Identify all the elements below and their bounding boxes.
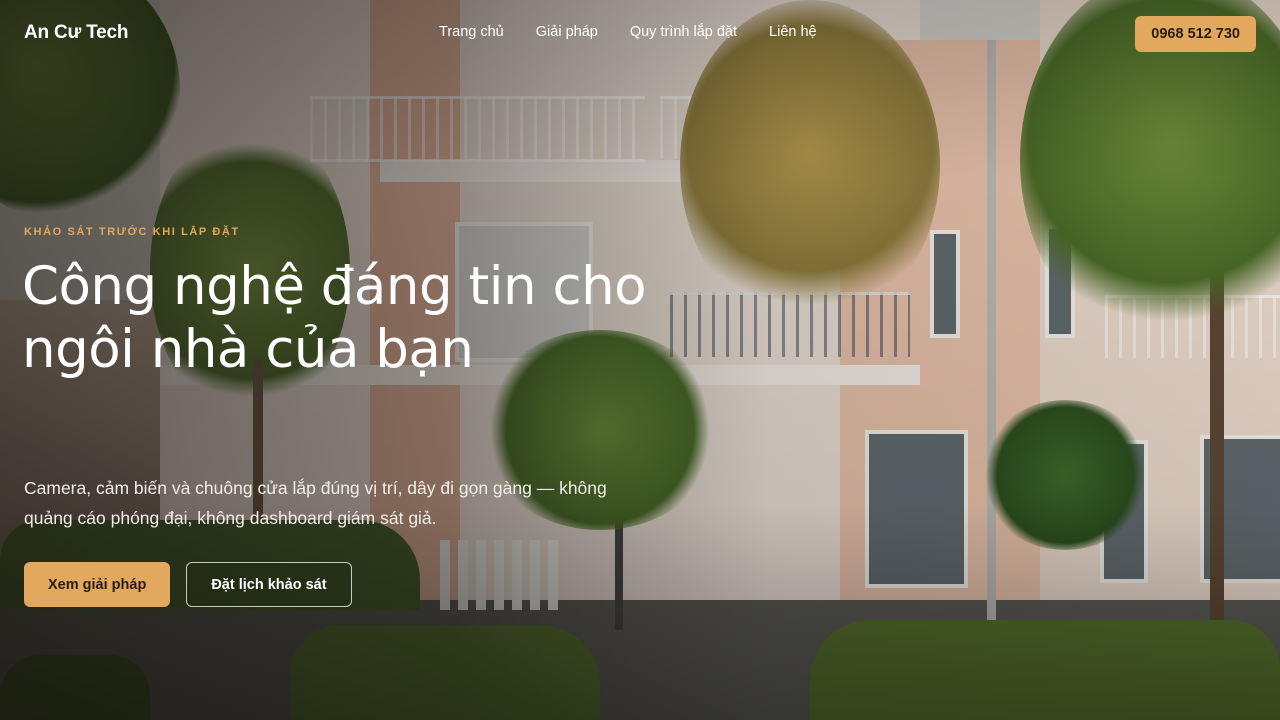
brand-logo[interactable]: An Cư Tech bbox=[24, 22, 129, 44]
nav-link-contact[interactable]: Liên hệ bbox=[769, 24, 817, 40]
nav-link-home[interactable]: Trang chủ bbox=[439, 24, 504, 40]
phone-call-button[interactable]: 0968 512 730 bbox=[1135, 16, 1256, 52]
site-header: An Cư Tech Trang chủ Giải pháp Quy trình… bbox=[0, 0, 1280, 68]
nav-link-solutions[interactable]: Giải pháp bbox=[536, 24, 598, 40]
main-nav: Trang chủ Giải pháp Quy trình lắp đặt Li… bbox=[439, 24, 817, 40]
hero-headline: Công nghệ đáng tin cho ngôi nhà của bạn bbox=[22, 256, 647, 380]
hero-eyebrow: Khảo sát trước khi lắp đặt bbox=[24, 226, 240, 238]
hero-subtitle: Camera, cảm biến và chuông cửa lắp đúng … bbox=[24, 478, 607, 528]
hero-cta-group: Xem giải pháp Đặt lịch khảo sát bbox=[24, 562, 352, 607]
view-solutions-button[interactable]: Xem giải pháp bbox=[24, 562, 171, 607]
book-survey-button[interactable]: Đặt lịch khảo sát bbox=[186, 562, 352, 607]
nav-link-installation-process[interactable]: Quy trình lắp đặt bbox=[630, 24, 737, 40]
